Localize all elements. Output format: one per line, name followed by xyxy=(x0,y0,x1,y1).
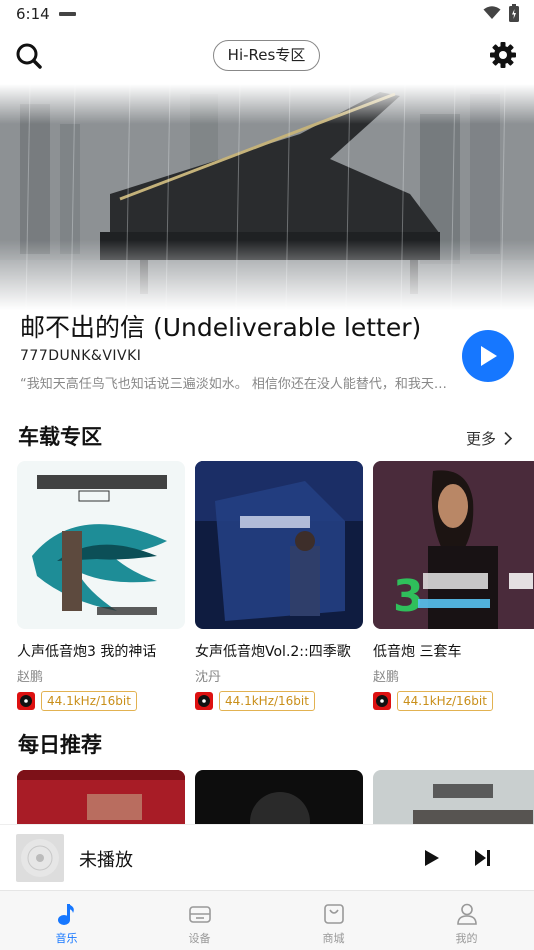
quality-badge: 44.1kHz/16bit xyxy=(397,691,493,711)
featured-banner-image[interactable] xyxy=(0,84,534,310)
album-cover[interactable] xyxy=(195,461,363,629)
top-header: Hi-Res专区 xyxy=(0,36,534,76)
music-note-icon xyxy=(58,904,74,925)
nav-item-device[interactable]: 设备 xyxy=(133,891,266,950)
nav-item-music[interactable]: 音乐 xyxy=(0,891,133,950)
vinyl-record-icon xyxy=(195,692,213,710)
recommendation-card[interactable] xyxy=(17,770,185,826)
album-quality-row: 44.1kHz/16bit xyxy=(17,691,185,711)
album-cover[interactable]: 3 xyxy=(373,461,534,629)
album-name: 低音炮 三套车 xyxy=(373,644,462,660)
album-card[interactable]: 女声低音炮Vol.2::四季歌 沈丹 44.1kHz/16bit xyxy=(195,461,363,711)
vinyl-record-icon xyxy=(17,692,35,710)
album-card[interactable]: 3 低音炮 三套车 赵鹏 44.1kHz/16bit xyxy=(373,461,534,711)
gear-icon[interactable] xyxy=(489,41,517,69)
recommendation-card[interactable] xyxy=(373,770,534,826)
hires-zone-button[interactable]: Hi-Res专区 xyxy=(213,40,320,71)
bottom-navigation: 音乐 设备 商城 我的 xyxy=(0,890,534,950)
play-icon xyxy=(481,346,497,366)
device-icon xyxy=(189,906,211,923)
mini-player-artwork[interactable] xyxy=(16,834,64,882)
album-name: 人声低音炮3 我的神话 xyxy=(17,644,157,660)
nav-label: 音乐 xyxy=(55,932,78,945)
disc-icon xyxy=(21,839,59,877)
shop-bag-icon xyxy=(324,904,344,924)
recommendation-cover xyxy=(17,770,185,826)
album-card[interactable]: 人声低音炮3 我的神话 赵鹏 44.1kHz/16bit xyxy=(17,461,185,711)
car-section-title: 车载专区 xyxy=(18,425,102,449)
search-icon[interactable] xyxy=(14,41,44,71)
featured-song-title[interactable]: 邮不出的信 (Undeliverable letter) xyxy=(20,308,421,344)
recommendation-cover xyxy=(195,770,363,826)
album-artist: 赵鹏 xyxy=(373,670,400,685)
svg-text:3: 3 xyxy=(393,571,424,622)
more-label: 更多 xyxy=(466,430,497,448)
daily-section-title: 每日推荐 xyxy=(18,733,102,757)
vinyl-record-icon xyxy=(373,692,391,710)
album-quality-row: 44.1kHz/16bit xyxy=(373,691,534,711)
banner-bottom-fade xyxy=(0,240,534,310)
album-cover[interactable] xyxy=(17,461,185,629)
banner-top-fade xyxy=(0,84,534,124)
quality-badge: 44.1kHz/16bit xyxy=(219,691,315,711)
recommendation-cover xyxy=(373,770,534,826)
status-bar: 6:14 xyxy=(0,0,534,28)
album-artist: 沈丹 xyxy=(195,670,222,685)
wifi-icon xyxy=(483,6,501,19)
recommendation-card[interactable] xyxy=(195,770,363,826)
featured-play-button[interactable] xyxy=(462,330,514,382)
nav-label: 商城 xyxy=(322,932,345,945)
mini-player-status: 未播放 xyxy=(79,850,133,871)
mini-player[interactable]: 未播放 xyxy=(0,824,534,890)
nav-item-profile[interactable]: 我的 xyxy=(400,891,533,950)
skip-next-icon[interactable] xyxy=(472,847,494,869)
nav-label: 我的 xyxy=(455,932,478,945)
album-name: 女声低音炮Vol.2::四季歌 xyxy=(195,644,351,660)
profile-icon xyxy=(457,903,477,925)
nav-item-shop[interactable]: 商城 xyxy=(267,891,400,950)
status-time: 6:14 xyxy=(16,5,50,23)
featured-song-artist[interactable]: 777DUNK&VIVKI xyxy=(20,348,141,364)
notification-icon xyxy=(59,12,76,16)
album-artist: 赵鹏 xyxy=(17,670,44,685)
album-quality-row: 44.1kHz/16bit xyxy=(195,691,363,711)
featured-song-quote: “我知天高任鸟飞也知话说三遍淡如水。 相信你还在没人能替代，和我天各一方 xyxy=(20,377,456,392)
car-section-more-link[interactable]: 更多 xyxy=(466,428,513,449)
battery-icon xyxy=(509,4,519,22)
nav-label: 设备 xyxy=(188,932,211,945)
quality-badge: 44.1kHz/16bit xyxy=(41,691,137,711)
chevron-right-icon xyxy=(504,431,512,446)
play-icon[interactable] xyxy=(420,847,442,869)
